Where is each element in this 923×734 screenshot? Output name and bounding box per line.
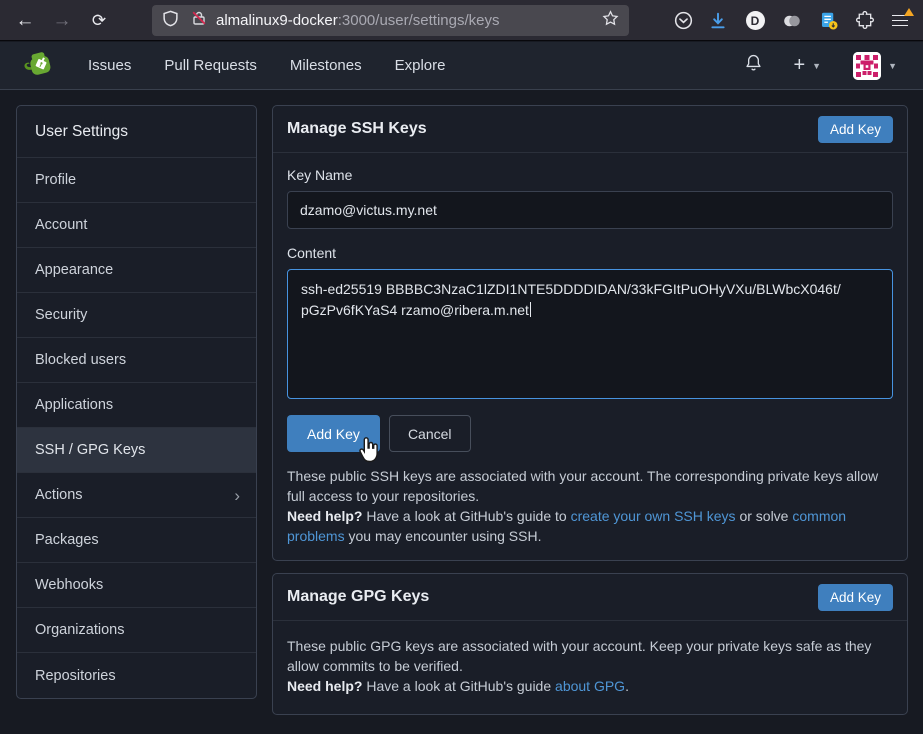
url-path: :3000/user/settings/keys [338,12,500,29]
main-content: Manage SSH Keys Add Key Key Name Content… [272,105,908,715]
text-caret [530,302,532,317]
user-menu[interactable]: ▼ [853,52,897,80]
create-ssh-keys-link[interactable]: create your own SSH keys [571,508,736,524]
browser-forward-button[interactable]: → [46,0,78,41]
manage-ssh-keys-panel: Manage SSH Keys Add Key Key Name Content… [272,105,908,561]
ssh-help-text: These public SSH keys are associated wit… [287,466,893,546]
gitea-navbar: Issues Pull Requests Milestones Explore … [0,42,923,90]
ssh-panel-header: Manage SSH Keys Add Key [273,106,907,153]
tracking-protection-shield-icon[interactable] [162,10,179,32]
sidebar-item-repositories[interactable]: Repositories [17,653,256,698]
ssh-panel-title: Manage SSH Keys [287,120,427,138]
key-name-input[interactable] [287,191,893,229]
gpg-help-text: These public GPG keys are associated wit… [287,636,893,696]
insecure-lock-icon[interactable] [191,10,207,31]
ssh-add-key-toggle-button[interactable]: Add Key [818,116,893,143]
url-bar[interactable]: almalinux9-docker:3000/user/settings/key… [152,5,629,36]
gpg-need-help-label: Need help? [287,678,362,694]
avatar [853,52,881,80]
sidebar-item-blocked-users[interactable]: Blocked users [17,338,256,383]
sidebar-item-applications[interactable]: Applications [17,383,256,428]
about-gpg-link[interactable]: about GPG [555,678,625,694]
ssh-key-line-1: ssh-ed25519 BBBBC3NzaC1lZDI1NTE5DDDDIDAN… [301,279,879,300]
chevron-right-icon: › [234,487,240,504]
ssh-panel-body: Key Name Content ssh-ed25519 BBBBC3NzaC1… [273,153,907,560]
hamburger-lines [892,15,908,27]
form-buttons: Add Key Cancel [287,415,893,452]
extension-document-icon[interactable] [813,0,843,41]
manage-gpg-keys-panel: Manage GPG Keys Add Key These public GPG… [272,573,908,715]
url-host: almalinux9-docker [216,12,338,29]
nav-link-milestones[interactable]: Milestones [290,57,362,74]
gpg-panel-title: Manage GPG Keys [287,588,429,606]
download-icon[interactable] [703,0,733,41]
gpg-add-key-toggle-button[interactable]: Add Key [818,584,893,611]
extension-d-glyph: D [746,11,765,30]
gpg-panel-body: These public GPG keys are associated wit… [273,621,907,714]
gpg-help-line1: These public GPG keys are associated wit… [287,638,871,674]
cancel-button[interactable]: Cancel [389,415,471,452]
browser-reload-button[interactable]: ⟳ [83,0,115,41]
url-text: almalinux9-docker:3000/user/settings/key… [216,12,500,29]
nav-link-explore[interactable]: Explore [395,57,446,74]
menu-hamburger-icon[interactable] [885,0,915,41]
browser-toolbar: ← → ⟳ almalinux9-docker:3000/user/settin… [0,0,923,41]
sidebar-item-webhooks[interactable]: Webhooks [17,563,256,608]
gitea-logo[interactable] [23,50,57,82]
bookmark-star-icon[interactable] [602,10,619,32]
sidebar-item-organizations[interactable]: Organizations [17,608,256,653]
navbar-links: Issues Pull Requests Milestones Explore [88,57,478,74]
chevron-down-icon: ▼ [888,61,897,71]
update-badge [904,8,914,16]
sidebar-item-ssh-gpg-keys[interactable]: SSH / GPG Keys [17,428,256,473]
sidebar-title: User Settings [17,106,256,158]
create-new-dropdown[interactable]: +▼ [793,54,821,77]
content-textarea[interactable]: ssh-ed25519 BBBBC3NzaC1lZDI1NTE5DDDDIDAN… [287,269,893,399]
nav-link-issues[interactable]: Issues [88,57,131,74]
content-label: Content [287,245,893,261]
extension-d-icon[interactable]: D [740,0,770,41]
browser-back-button[interactable]: ← [9,0,41,41]
add-key-submit-button[interactable]: Add Key [287,415,380,452]
navbar-right: +▼ ▼ [744,52,923,80]
ssh-need-help-label: Need help? [287,508,362,524]
extensions-puzzle-icon[interactable] [849,0,879,41]
chevron-down-icon: ▼ [812,61,821,71]
notifications-bell-icon[interactable] [744,53,763,78]
sidebar-item-appearance[interactable]: Appearance [17,248,256,293]
nav-link-pull-requests[interactable]: Pull Requests [164,57,257,74]
sidebar-item-account[interactable]: Account [17,203,256,248]
plus-icon: + [793,54,805,77]
sidebar-item-actions[interactable]: Actions› [17,473,256,518]
settings-sidebar: User Settings Profile Account Appearance… [16,105,257,699]
ssh-help-line1: These public SSH keys are associated wit… [287,468,878,504]
extension-circles-icon[interactable] [777,0,807,41]
sidebar-item-profile[interactable]: Profile [17,158,256,203]
gpg-panel-header: Manage GPG Keys Add Key [273,574,907,621]
ssh-key-line-2: pGzPv6fKYaS4 rzamo@ribera.m.net [301,300,879,321]
sidebar-item-security[interactable]: Security [17,293,256,338]
sidebar-item-packages[interactable]: Packages [17,518,256,563]
key-name-label: Key Name [287,167,893,183]
pocket-icon[interactable] [668,0,698,41]
